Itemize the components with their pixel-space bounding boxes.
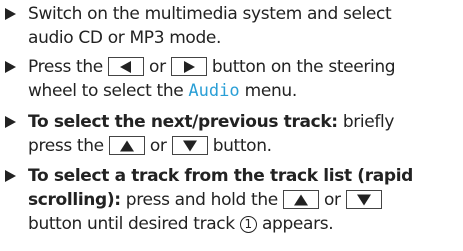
- triangle-left-icon: [119, 60, 131, 73]
- up-arrow-button-key: [282, 190, 319, 209]
- left-arrow-button-key: [107, 57, 144, 76]
- audio-menu-name: Audio: [188, 81, 240, 101]
- step-4-text-press-hold: press and hold the: [125, 190, 278, 210]
- down-arrow-button-key: [171, 136, 208, 155]
- bullet-arrow-icon: [4, 164, 22, 188]
- callout-marker-1: 1: [239, 216, 257, 233]
- step-4-text-or: or: [323, 190, 341, 210]
- bullet-arrow-icon: [4, 110, 22, 134]
- step-1-line-2: audio CD or MP3 mode.: [28, 28, 222, 48]
- step-3-text-briefly: briefly: [342, 112, 395, 132]
- triangle-down-icon: [182, 140, 197, 151]
- step-3-text-press-the: press the: [28, 136, 104, 156]
- triangle-right-icon: [183, 60, 195, 73]
- step-2-text-wheel: wheel to select the: [28, 81, 184, 101]
- instruction-step-3: To select the next/previous track: brief…: [4, 110, 460, 158]
- bullet-arrow-icon: [4, 2, 22, 26]
- step-4-text-button-until: button until desired track: [28, 214, 235, 234]
- step-3-bold-label: To select the next/previous track:: [28, 112, 338, 132]
- instruction-step-1: Switch on the multimedia system and sele…: [4, 2, 460, 50]
- step-3-text-or: or: [149, 136, 167, 156]
- step-1-line-1: Switch on the multimedia system and sele…: [28, 4, 392, 24]
- step-2-text-or: or: [149, 57, 166, 77]
- instruction-step-2: Press the or button on the steering whee…: [4, 55, 460, 103]
- instruction-step-4: To select a track from the track list (r…: [4, 164, 460, 236]
- step-2-text-button-on-steering: button on the steering: [211, 57, 396, 77]
- down-arrow-button-key: [345, 190, 382, 209]
- up-arrow-button-key: [108, 136, 145, 155]
- bullet-arrow-icon: [4, 55, 22, 79]
- right-arrow-button-key: [170, 57, 207, 76]
- triangle-down-icon: [356, 194, 371, 205]
- triangle-up-icon: [119, 140, 134, 151]
- step-2-text-menu: menu.: [244, 81, 298, 101]
- triangle-up-icon: [293, 194, 308, 205]
- step-2-text-press-the: Press the: [28, 57, 103, 77]
- step-4-bold-line-1: To select a track from the track list (r…: [28, 166, 413, 186]
- step-4-text-appears: appears.: [261, 214, 334, 234]
- step-3-text-button: button.: [212, 136, 272, 156]
- step-4-bold-line-2: scrolling):: [28, 190, 121, 210]
